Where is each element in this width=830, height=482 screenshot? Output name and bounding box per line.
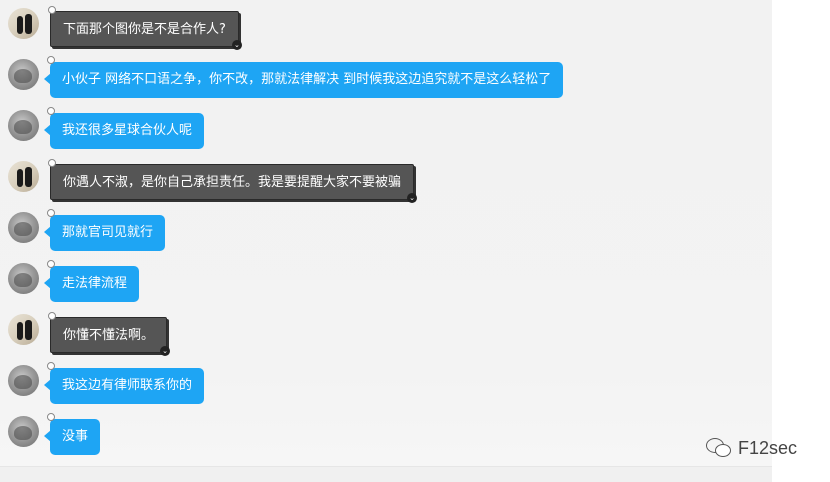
pin-icon [47, 260, 55, 268]
avatar[interactable] [8, 365, 39, 396]
message-text: 没事 [62, 429, 89, 444]
avatar[interactable] [8, 8, 39, 39]
message-bubble[interactable]: 我这边有律师联系你的 [43, 362, 205, 404]
pin-icon [47, 209, 55, 217]
message-bubble[interactable]: 没事 [43, 413, 101, 455]
message-bubble[interactable]: 你懂不懂法啊。 ⌄ [48, 312, 171, 356]
chevron-down-icon[interactable]: ⌄ [407, 193, 418, 203]
pin-icon [47, 56, 55, 64]
avatar[interactable] [8, 212, 39, 243]
message-bubble[interactable]: 那就官司见就行 [43, 209, 166, 251]
watermark-text: F12sec [738, 437, 798, 458]
message-bubble[interactable]: 走法律流程 [43, 260, 140, 302]
pin-icon [48, 312, 56, 320]
avatar[interactable] [8, 314, 39, 345]
message-bubble[interactable]: 小伙子 网络不口语之争，你不改，那就法律解决 到时候我这边追究就不是这么轻松了 [43, 56, 564, 98]
avatar[interactable] [8, 263, 39, 294]
message-text: 我还很多星球合伙人呢 [62, 123, 193, 138]
avatar[interactable] [8, 416, 39, 447]
wechat-icon [706, 438, 732, 458]
pin-icon [47, 362, 55, 370]
pin-icon [48, 6, 56, 14]
chevron-down-icon[interactable]: ⌄ [160, 346, 171, 356]
pin-icon [48, 159, 56, 167]
pin-icon [47, 107, 55, 115]
avatar[interactable] [8, 110, 39, 141]
avatar[interactable] [8, 161, 39, 192]
bottom-strip [0, 466, 772, 482]
message-bubble[interactable]: 下面那个图你是不是合作人? ⌄ [48, 6, 242, 50]
watermark: F12sec [706, 436, 797, 460]
message-text: 你懂不懂法啊。 [63, 328, 155, 343]
message-text: 那就官司见就行 [62, 225, 154, 240]
message-text: 走法律流程 [62, 276, 128, 291]
chat-panel: 下面那个图你是不是合作人? ⌄ 小伙子 网络不口语之争，你不改，那就法律解决 到… [0, 0, 772, 466]
message-bubble[interactable]: 我还很多星球合伙人呢 [43, 107, 205, 149]
message-text: 我这边有律师联系你的 [62, 378, 193, 393]
message-text: 下面那个图你是不是合作人? [63, 22, 226, 37]
message-bubble[interactable]: 你遇人不淑，是你自己承担责任。我是要提醒大家不要被骗 ⌄ [48, 159, 418, 203]
pin-icon [47, 413, 55, 421]
avatar[interactable] [8, 59, 39, 90]
chevron-down-icon[interactable]: ⌄ [231, 40, 242, 50]
message-text: 小伙子 网络不口语之争，你不改，那就法律解决 到时候我这边追究就不是这么轻松了 [62, 72, 552, 87]
message-text: 你遇人不淑，是你自己承担责任。我是要提醒大家不要被骗 [63, 175, 402, 190]
